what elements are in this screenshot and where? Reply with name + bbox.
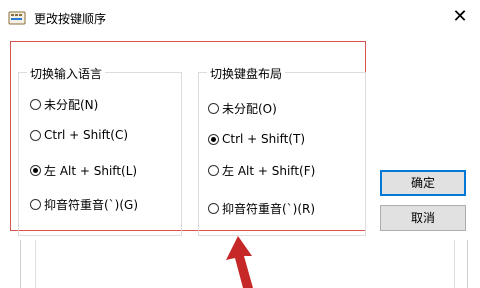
radio-input-unassigned[interactable]: 未分配(N) bbox=[30, 96, 98, 113]
ok-button[interactable]: 确定 bbox=[380, 170, 466, 196]
title-bar: 更改按键顺序 ✕ bbox=[0, 0, 480, 36]
close-icon: ✕ bbox=[452, 6, 468, 27]
cancel-button[interactable]: 取消 bbox=[380, 205, 466, 231]
radio-label: Ctrl + Shift(C) bbox=[44, 128, 129, 142]
radio-circle-selected bbox=[30, 165, 41, 176]
radio-label: 左 Alt + Shift(F) bbox=[222, 164, 316, 178]
radio-circle-selected bbox=[208, 133, 219, 145]
radio-label: 未分配(O) bbox=[222, 102, 277, 116]
radio-input-alt-shift[interactable]: 左 Alt + Shift(L) bbox=[30, 162, 137, 179]
radio-circle bbox=[30, 129, 41, 141]
window-title: 更改按键顺序 bbox=[34, 12, 107, 26]
radio-input-ctrl-shift[interactable]: Ctrl + Shift(C) bbox=[30, 128, 128, 142]
radio-layout-alt-shift[interactable]: 左 Alt + Shift(F) bbox=[208, 162, 315, 179]
keyboard-icon bbox=[8, 11, 26, 25]
radio-layout-unassigned[interactable]: 未分配(O) bbox=[208, 100, 277, 117]
radio-circle bbox=[208, 203, 219, 214]
red-arrow-icon bbox=[226, 236, 253, 288]
radio-circle bbox=[208, 103, 219, 114]
radio-circle bbox=[30, 199, 41, 210]
radio-circle bbox=[208, 165, 219, 176]
radio-input-grave-accent[interactable]: 抑音符重音(`)(G) bbox=[30, 196, 138, 213]
radio-label: 左 Alt + Shift(L) bbox=[44, 164, 138, 178]
input-language-legend: 切换输入语言 bbox=[27, 65, 106, 82]
radio-label: 未分配(N) bbox=[44, 98, 99, 112]
radio-layout-grave-accent[interactable]: 抑音符重音(`)(R) bbox=[208, 200, 315, 217]
radio-label: 抑音符重音(`)(R) bbox=[222, 202, 316, 216]
radio-circle bbox=[30, 99, 41, 110]
radio-label: Ctrl + Shift(T) bbox=[222, 132, 306, 146]
radio-layout-ctrl-shift[interactable]: Ctrl + Shift(T) bbox=[208, 132, 305, 146]
radio-label: 抑音符重音(`)(G) bbox=[44, 198, 139, 212]
keyboard-layout-legend: 切换键盘布局 bbox=[207, 65, 286, 82]
close-button[interactable]: ✕ bbox=[440, 0, 480, 36]
